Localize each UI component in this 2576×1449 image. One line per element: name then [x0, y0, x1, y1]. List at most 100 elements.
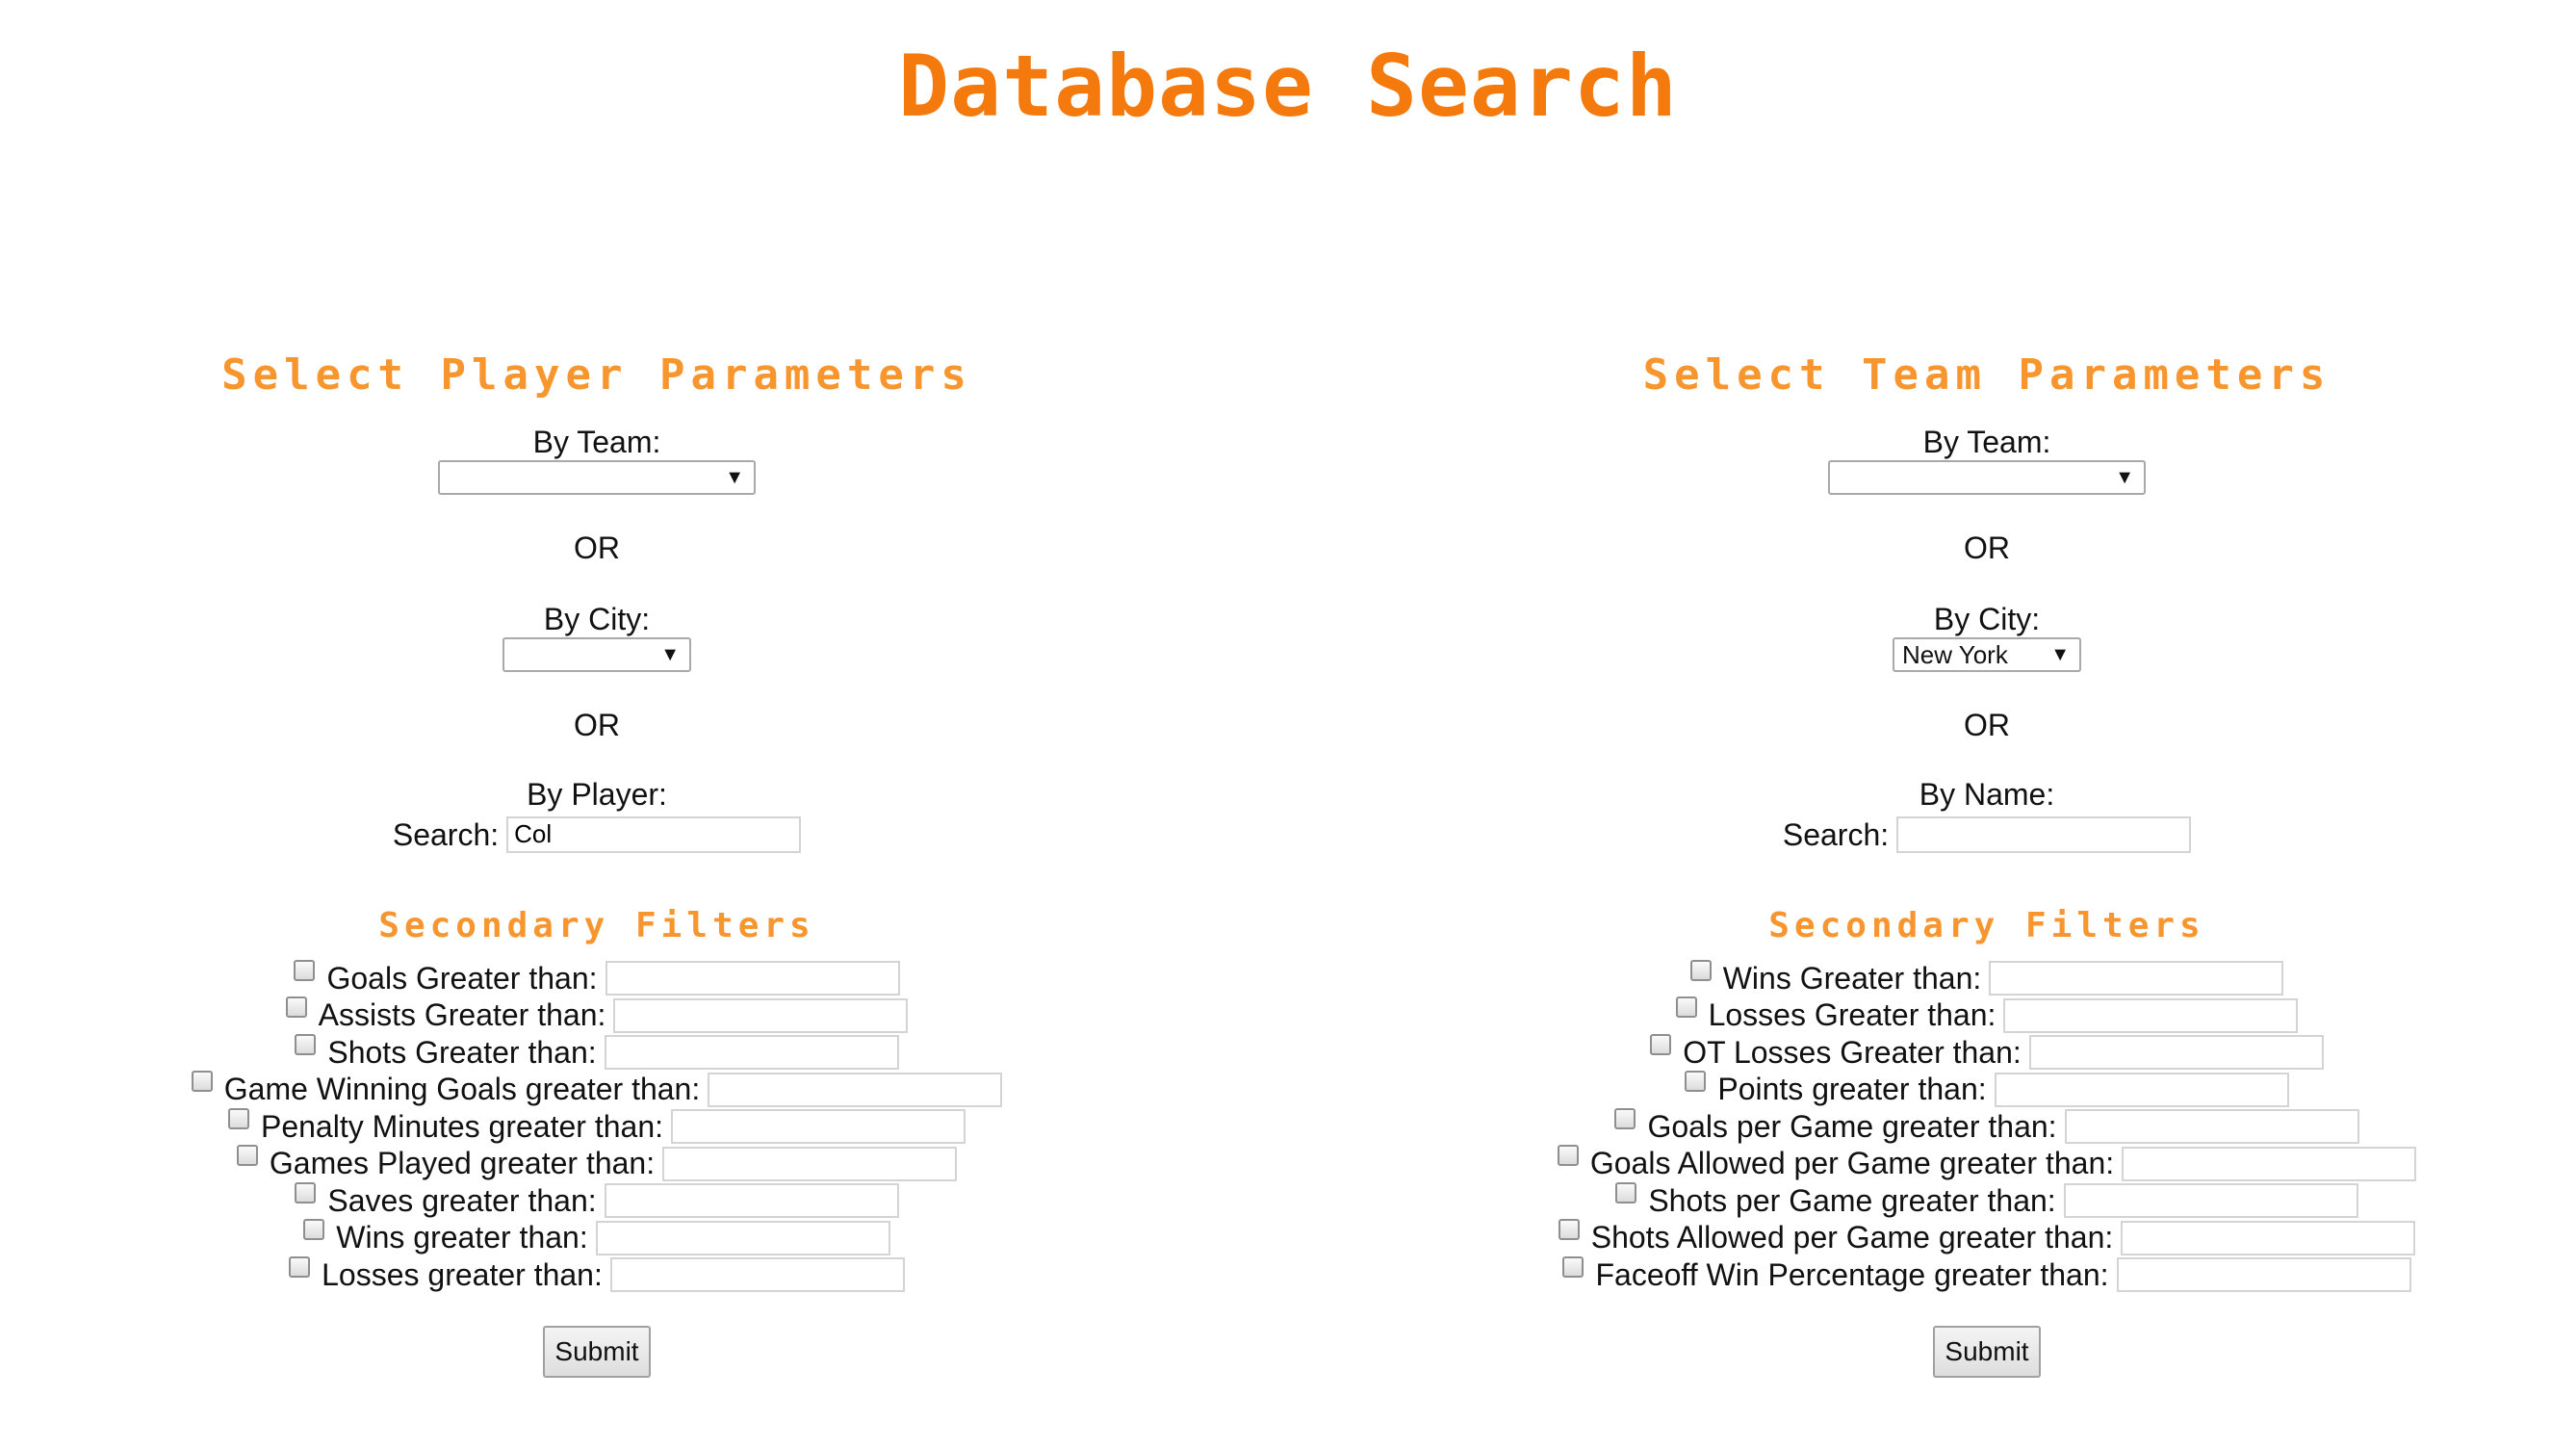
player-city-select[interactable]: ▼: [502, 637, 691, 672]
team-filter-points-input[interactable]: [1994, 1072, 2289, 1107]
player-secondary-filters-heading: Secondary Filters: [378, 905, 815, 945]
player-filter-shots: Shots Greater than:: [0, 1032, 1194, 1071]
player-filter-assists-checkbox[interactable]: [285, 996, 307, 1019]
team-or-1: OR: [1964, 530, 2010, 565]
team-by-name-label: By Name:: [1919, 777, 2055, 812]
team-filter-goals-per-game: Goals per Game greater than:: [1390, 1106, 2576, 1145]
team-filter-shots-per-game-input[interactable]: [2063, 1183, 2358, 1219]
team-filter-shots-per-game-label: Shots per Game greater than:: [1648, 1182, 2056, 1218]
player-search-input[interactable]: [506, 815, 802, 853]
player-search-label: Search:: [392, 816, 500, 852]
player-filter-saves-checkbox[interactable]: [295, 1181, 317, 1203]
player-parameters-panel: Select Player Parameters By Team: ▼ OR B…: [0, 347, 1194, 1379]
player-filter-penalty-minutes: Penalty Minutes greater than:: [0, 1106, 1194, 1145]
team-filter-faceoff-win-percentage-label: Faceoff Win Percentage greater than:: [1595, 1256, 2109, 1292]
team-filter-losses: Losses Greater than:: [1390, 995, 2576, 1033]
team-team-select[interactable]: ▼: [1828, 460, 2146, 495]
team-by-city-label: By City:: [1933, 602, 2041, 636]
player-submit-button[interactable]: Submit: [543, 1326, 651, 1379]
team-filter-goals-per-game-checkbox[interactable]: [1614, 1107, 1636, 1129]
team-filter-goals-per-game-label: Goals per Game greater than:: [1647, 1108, 2057, 1144]
team-submit-button[interactable]: Submit: [1933, 1326, 2041, 1379]
team-secondary-filters-heading: Secondary Filters: [1768, 905, 2205, 945]
player-filter-losses: Losses greater than:: [0, 1255, 1194, 1293]
player-filter-penalty-minutes-checkbox[interactable]: [227, 1107, 249, 1129]
team-filter-goals-per-game-input[interactable]: [2064, 1109, 2359, 1145]
team-filter-shots-per-game: Shots per Game greater than:: [1390, 1180, 2576, 1219]
team-filter-goals-allowed-per-game: Goals Allowed per Game greater than:: [1390, 1143, 2576, 1181]
chevron-down-icon: ▼: [660, 644, 680, 665]
team-parameters-heading: Select Team Parameters: [1642, 350, 2331, 400]
team-by-team-label: By Team:: [1922, 425, 2051, 459]
player-filter-game-winning-goals-checkbox[interactable]: [191, 1071, 213, 1093]
team-filter-wins-checkbox[interactable]: [1689, 959, 1712, 981]
team-filter-goals-allowed-per-game-label: Goals Allowed per Game greater than:: [1589, 1146, 2115, 1181]
team-filter-shots-allowed-per-game: Shots Allowed per Game greater than:: [1390, 1217, 2576, 1255]
team-search-label: Search:: [1782, 816, 1890, 852]
team-filter-goals-allowed-per-game-checkbox[interactable]: [1557, 1145, 1579, 1167]
team-city-select-value: New York: [1902, 640, 2008, 669]
chevron-down-icon: ▼: [2115, 467, 2134, 488]
player-filter-assists-input[interactable]: [613, 997, 909, 1033]
player-filter-shots-label: Shots Greater than:: [327, 1034, 597, 1070]
player-filter-saves-label: Saves greater than:: [327, 1182, 597, 1218]
player-filter-game-winning-goals-input[interactable]: [708, 1072, 1003, 1107]
team-filter-points: Points greater than:: [1390, 1069, 2576, 1107]
team-filter-wins-label: Wins Greater than:: [1722, 960, 1982, 996]
player-filter-assists-label: Assists Greater than:: [318, 997, 606, 1033]
team-filter-points-checkbox[interactable]: [1685, 1071, 1707, 1093]
player-filter-goals-label: Goals Greater than:: [326, 960, 598, 996]
team-filter-losses-checkbox[interactable]: [1675, 996, 1697, 1019]
team-filter-losses-input[interactable]: [2003, 997, 2299, 1033]
player-search-row: Search:: [0, 813, 1194, 854]
player-filter-goals-input[interactable]: [605, 961, 900, 996]
team-filter-ot-losses-label: OT Losses Greater than:: [1683, 1034, 2022, 1070]
team-filter-shots-allowed-per-game-input[interactable]: [2121, 1220, 2416, 1255]
player-filter-goals-checkbox[interactable]: [294, 959, 316, 981]
player-filter-losses-input[interactable]: [609, 1257, 905, 1293]
player-filter-games-played-checkbox[interactable]: [236, 1145, 258, 1167]
player-filter-penalty-minutes-label: Penalty Minutes greater than:: [260, 1108, 663, 1144]
player-by-city-label: By City:: [543, 602, 651, 636]
player-filter-losses-checkbox[interactable]: [289, 1255, 311, 1278]
player-filter-games-played-input[interactable]: [662, 1146, 958, 1181]
player-by-team-label: By Team:: [532, 425, 661, 459]
team-filter-goals-allowed-per-game-input[interactable]: [2122, 1146, 2417, 1181]
team-filter-wins-input[interactable]: [1989, 961, 2284, 996]
player-filter-losses-label: Losses greater than:: [322, 1256, 603, 1292]
player-or-1: OR: [574, 530, 620, 565]
team-search-row: Search:: [1390, 813, 2576, 854]
team-filter-shots-per-game-checkbox[interactable]: [1615, 1181, 1637, 1203]
player-filter-shots-input[interactable]: [604, 1035, 899, 1071]
team-filter-list: Wins Greater than: Losses Greater than: …: [1390, 958, 2576, 1293]
team-filter-faceoff-win-percentage-input[interactable]: [2116, 1257, 2411, 1293]
player-filter-goals: Goals Greater than:: [0, 958, 1194, 996]
player-filter-penalty-minutes-input[interactable]: [671, 1109, 966, 1145]
player-filter-shots-checkbox[interactable]: [295, 1033, 317, 1055]
team-search-input[interactable]: [1896, 815, 2192, 853]
team-or-2: OR: [1964, 708, 2010, 742]
team-filter-losses-label: Losses Greater than:: [1708, 997, 1996, 1033]
player-filter-assists: Assists Greater than:: [0, 995, 1194, 1033]
player-filter-wins-input[interactable]: [595, 1220, 890, 1255]
player-filter-game-winning-goals-label: Game Winning Goals greater than:: [223, 1072, 701, 1107]
player-filter-games-played: Games Played greater than:: [0, 1143, 1194, 1181]
player-team-select[interactable]: ▼: [438, 460, 756, 495]
team-filter-ot-losses-checkbox[interactable]: [1650, 1033, 1672, 1055]
player-filter-wins-label: Wins greater than:: [336, 1220, 588, 1255]
team-filter-shots-allowed-per-game-checkbox[interactable]: [1558, 1219, 1580, 1241]
team-filter-faceoff-win-percentage: Faceoff Win Percentage greater than:: [1390, 1255, 2576, 1293]
chevron-down-icon: ▼: [725, 467, 744, 488]
team-parameters-panel: Select Team Parameters By Team: ▼ OR By …: [1390, 347, 2576, 1379]
player-filter-saves-input[interactable]: [604, 1183, 899, 1219]
player-filter-games-played-label: Games Played greater than:: [269, 1146, 656, 1181]
chevron-down-icon: ▼: [2050, 644, 2070, 665]
player-or-2: OR: [574, 708, 620, 742]
player-filter-wins-checkbox[interactable]: [303, 1219, 325, 1241]
team-filter-faceoff-win-percentage-checkbox[interactable]: [1562, 1255, 1584, 1278]
team-filter-ot-losses-input[interactable]: [2028, 1035, 2324, 1071]
team-filter-ot-losses: OT Losses Greater than:: [1390, 1032, 2576, 1071]
player-filter-saves: Saves greater than:: [0, 1180, 1194, 1219]
team-city-select[interactable]: New York ▼: [1893, 637, 2081, 672]
page-title: Database Search: [898, 37, 1678, 136]
